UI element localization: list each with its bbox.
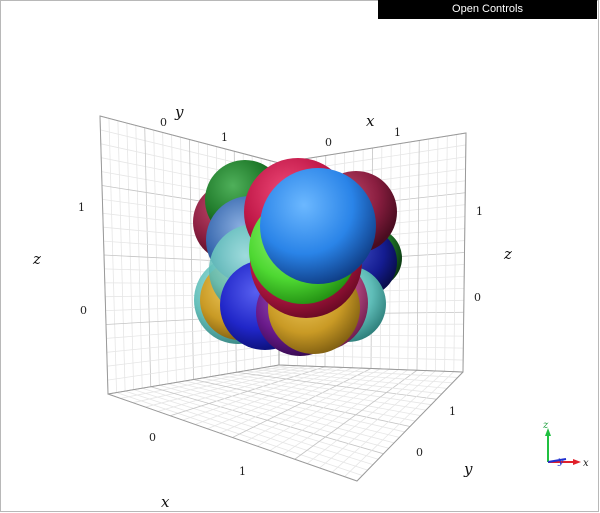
tick-floor-y-1: 1 bbox=[449, 405, 456, 418]
3d-scene[interactable]: y x z z x y 0 1 0 1 1 0 1 0 0 1 1 0 z x … bbox=[0, 0, 600, 513]
orientation-triad: z x y bbox=[542, 420, 589, 469]
tick-floor-x-0: 0 bbox=[149, 431, 156, 444]
tick-top-left-y-0: 0 bbox=[160, 116, 167, 129]
sphere-sky-front bbox=[260, 168, 376, 284]
grid-floor bbox=[107, 364, 464, 482]
triad-x-label: x bbox=[583, 458, 589, 469]
tick-right-z-1: 1 bbox=[476, 205, 483, 218]
tick-left-z-0: 0 bbox=[80, 304, 87, 317]
floor-x-axis-title: x bbox=[161, 493, 170, 511]
right-wall-x-axis-title: x bbox=[366, 112, 375, 130]
tick-top-left-y-1: 1 bbox=[221, 131, 228, 144]
left-wall-y-axis-title: y bbox=[174, 103, 184, 121]
sphere-cluster bbox=[193, 158, 402, 356]
floor-y-axis-title: y bbox=[463, 460, 473, 478]
triad-y-label: y bbox=[557, 456, 564, 467]
left-z-axis-title: z bbox=[32, 250, 41, 268]
tick-floor-y-0: 0 bbox=[416, 446, 423, 459]
tick-right-z-0: 0 bbox=[474, 291, 481, 304]
tick-left-z-1: 1 bbox=[78, 201, 85, 214]
tick-top-right-x-1: 1 bbox=[394, 126, 401, 139]
right-z-axis-title: z bbox=[503, 245, 512, 263]
triad-z-label: z bbox=[542, 420, 549, 431]
tick-floor-x-1: 1 bbox=[239, 465, 246, 478]
tick-top-right-x-0: 0 bbox=[325, 136, 332, 149]
